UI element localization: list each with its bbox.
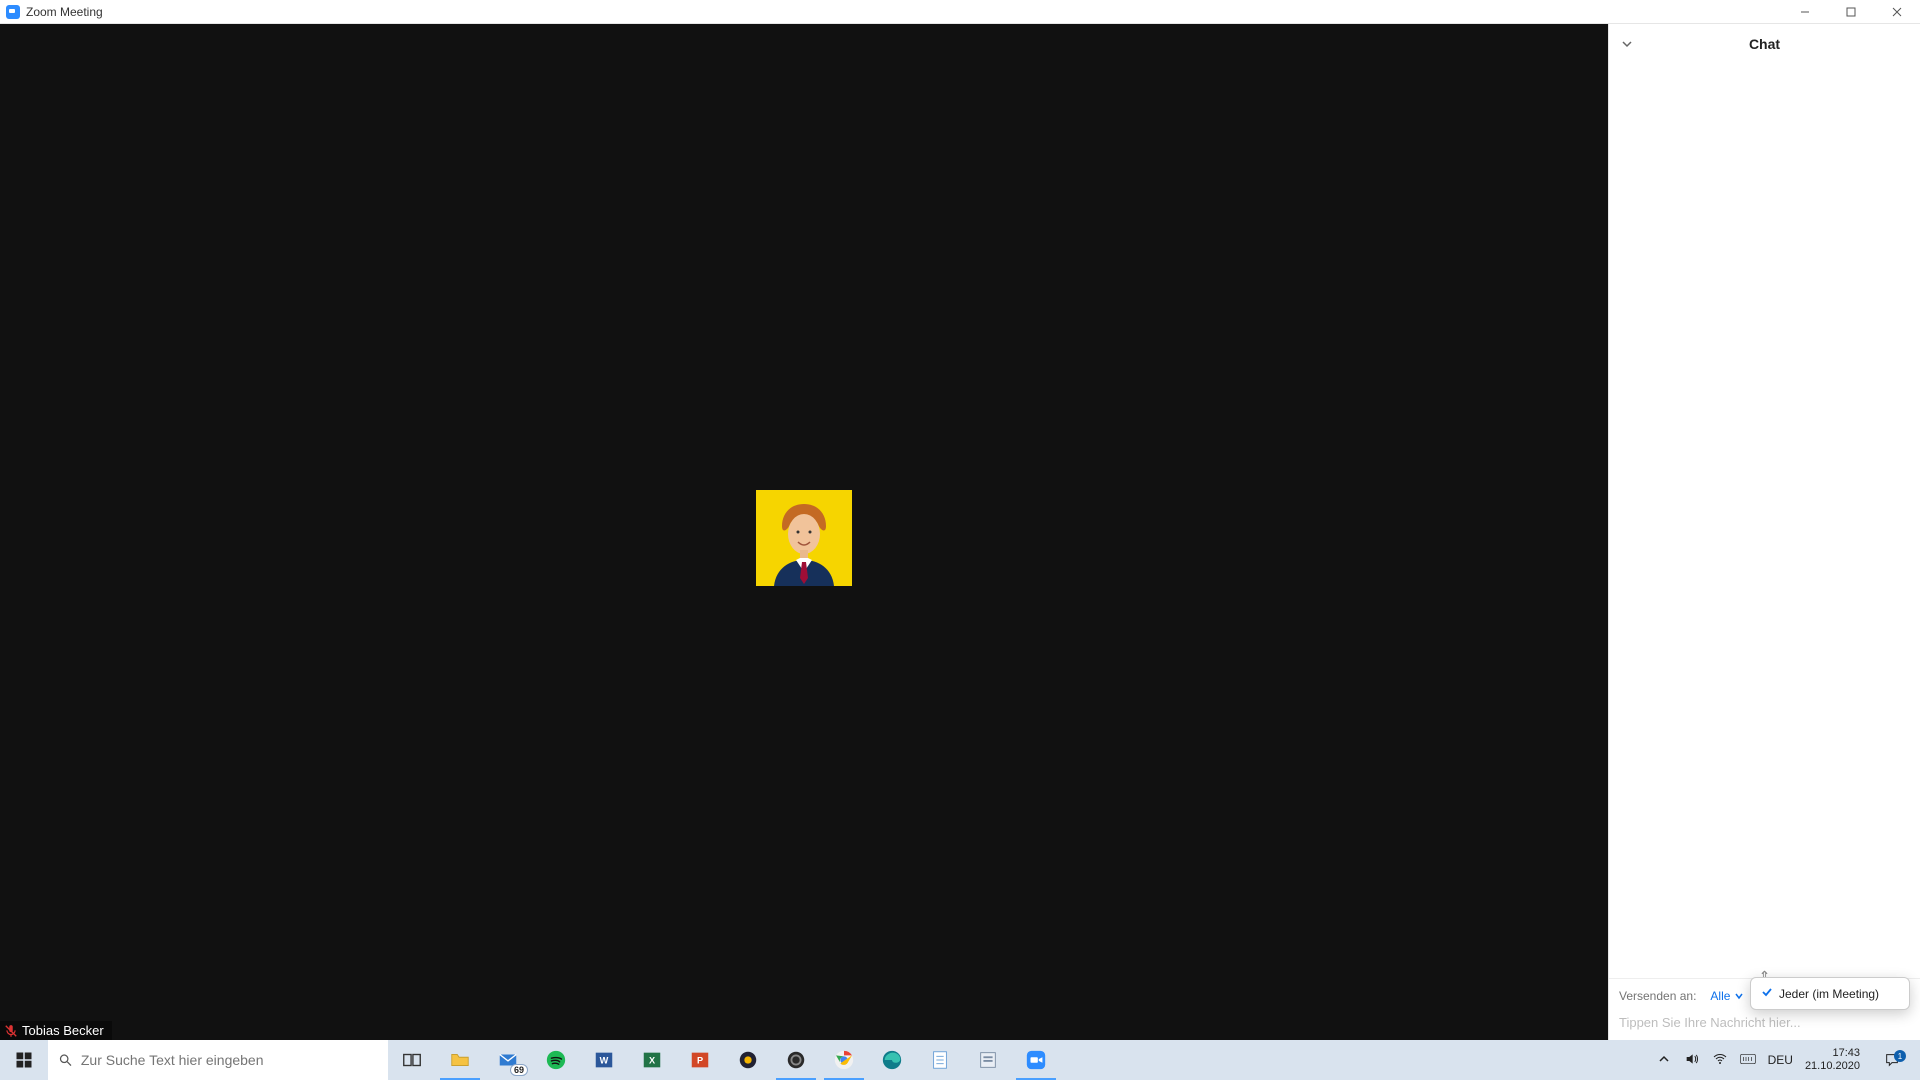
taskbar-search-input[interactable]	[81, 1052, 378, 1068]
wifi-icon	[1712, 1051, 1728, 1067]
search-icon	[58, 1052, 73, 1068]
notification-badge: 1	[1894, 1050, 1906, 1062]
spotify-icon	[545, 1049, 567, 1071]
app-icon	[977, 1049, 999, 1071]
taskbar-app-zoom[interactable]	[1012, 1040, 1060, 1080]
notepad-icon	[929, 1049, 951, 1071]
word-icon: W	[593, 1049, 615, 1071]
tray-date: 21.10.2020	[1805, 1060, 1860, 1073]
chat-collapse-button[interactable]	[1619, 36, 1635, 52]
taskbar-app-excel[interactable]: X	[628, 1040, 676, 1080]
chat-panel: Chat ⇕ Versenden an: Alle Datei	[1608, 24, 1920, 1040]
tray-wifi[interactable]	[1712, 1051, 1728, 1070]
tray-show-hidden-icons[interactable]	[1656, 1051, 1672, 1070]
check-icon	[1761, 986, 1773, 1001]
taskbar-app-explorer[interactable]	[436, 1040, 484, 1080]
system-tray: DEU 17:43 21.10.2020 1	[1644, 1040, 1920, 1080]
send-to-menu[interactable]: Jeder (im Meeting)	[1750, 977, 1910, 1010]
content-area: Tobias Becker Chat ⇕ Versenden an: Alle	[0, 24, 1920, 1040]
window-title: Zoom Meeting	[26, 5, 103, 19]
taskbar-app-generic-1[interactable]	[724, 1040, 772, 1080]
chevron-down-icon	[1734, 991, 1744, 1001]
taskbar-search[interactable]	[48, 1040, 388, 1080]
taskbar-apps: 69 W X P	[388, 1040, 1060, 1080]
svg-text:X: X	[649, 1056, 656, 1066]
window-maximize-button[interactable]	[1828, 0, 1874, 24]
mic-muted-icon	[4, 1024, 18, 1038]
obs-icon	[785, 1049, 807, 1071]
keyboard-icon	[1740, 1051, 1756, 1067]
chevron-up-icon	[1656, 1051, 1672, 1067]
taskbar-app-edge[interactable]	[868, 1040, 916, 1080]
tray-input-indicator[interactable]	[1740, 1051, 1756, 1070]
task-view-button[interactable]	[388, 1040, 436, 1080]
tray-action-center[interactable]: 1	[1872, 1052, 1912, 1068]
send-to-menu-item-label: Jeder (im Meeting)	[1779, 987, 1879, 1001]
taskbar-app-spotify[interactable]	[532, 1040, 580, 1080]
window-minimize-button[interactable]	[1782, 0, 1828, 24]
edge-icon	[881, 1049, 903, 1071]
window-close-button[interactable]	[1874, 0, 1920, 24]
chat-footer: ⇕ Versenden an: Alle Datei	[1609, 978, 1920, 1040]
zoom-icon	[1025, 1049, 1047, 1071]
send-to-label: Versenden an:	[1619, 989, 1696, 1003]
zoom-app-icon	[6, 5, 20, 19]
chat-message-input[interactable]	[1619, 1015, 1910, 1030]
taskbar-app-obs[interactable]	[772, 1040, 820, 1080]
participant-name-label: Tobias Becker	[0, 1021, 112, 1040]
taskbar-app-generic-2[interactable]	[964, 1040, 1012, 1080]
powerpoint-icon: P	[689, 1049, 711, 1071]
app-icon	[737, 1049, 759, 1071]
chat-message-list	[1609, 64, 1920, 978]
excel-icon: X	[641, 1049, 663, 1071]
participant-avatar	[756, 490, 852, 586]
mail-badge: 69	[510, 1064, 528, 1076]
send-to-menu-item-everyone[interactable]: Jeder (im Meeting)	[1751, 982, 1909, 1005]
svg-text:P: P	[697, 1056, 703, 1066]
participant-name-text: Tobias Becker	[22, 1023, 104, 1038]
taskbar-app-notepad[interactable]	[916, 1040, 964, 1080]
svg-text:W: W	[600, 1056, 609, 1066]
send-to-value: Alle	[1710, 989, 1730, 1003]
windows-taskbar: 69 W X P	[0, 1040, 1920, 1080]
tray-language[interactable]: DEU	[1768, 1053, 1793, 1067]
taskbar-app-mail[interactable]: 69	[484, 1040, 532, 1080]
tray-time: 17:43	[1805, 1047, 1860, 1060]
volume-icon	[1684, 1051, 1700, 1067]
tray-volume[interactable]	[1684, 1051, 1700, 1070]
taskbar-app-chrome[interactable]	[820, 1040, 868, 1080]
video-area: Tobias Becker	[0, 24, 1608, 1040]
folder-icon	[449, 1049, 471, 1071]
chrome-icon	[833, 1049, 855, 1071]
windows-logo-icon	[15, 1051, 33, 1069]
send-to-dropdown[interactable]: Alle	[1704, 987, 1750, 1005]
chat-header: Chat	[1609, 24, 1920, 64]
tray-clock[interactable]: 17:43 21.10.2020	[1805, 1047, 1860, 1073]
window-titlebar: Zoom Meeting	[0, 0, 1920, 24]
chat-header-title: Chat	[1749, 36, 1780, 52]
start-button[interactable]	[0, 1040, 48, 1080]
taskbar-app-word[interactable]: W	[580, 1040, 628, 1080]
task-view-icon	[401, 1049, 423, 1071]
taskbar-app-powerpoint[interactable]: P	[676, 1040, 724, 1080]
